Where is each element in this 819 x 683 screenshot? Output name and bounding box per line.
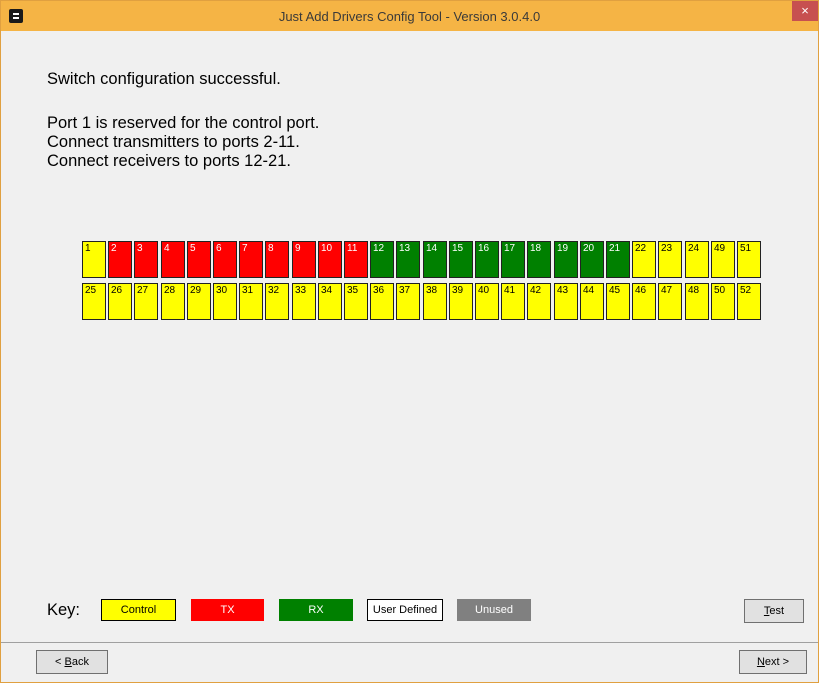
port-14[interactable]: 14 [423,241,447,278]
port-22[interactable]: 22 [632,241,656,278]
port-17[interactable]: 17 [501,241,525,278]
port-8[interactable]: 8 [265,241,289,278]
port-3[interactable]: 3 [134,241,158,278]
port-42[interactable]: 42 [527,283,551,320]
key-unused-swatch: Unused [457,599,531,621]
key-tx-swatch: TX [191,599,264,621]
next-button[interactable]: Next > [739,650,807,674]
port-37[interactable]: 37 [396,283,420,320]
port-15[interactable]: 15 [449,241,473,278]
port-51[interactable]: 51 [737,241,761,278]
port-34[interactable]: 34 [318,283,342,320]
port-46[interactable]: 46 [632,283,656,320]
receiver-message: Connect receivers to ports 12-21. [47,152,291,170]
port-13[interactable]: 13 [396,241,420,278]
back-button[interactable]: < Back [36,650,108,674]
port-16[interactable]: 16 [475,241,499,278]
app-window: Just Add Drivers Config Tool - Version 3… [0,0,819,683]
key-user-defined-swatch: User Defined [367,599,443,621]
key-control-swatch: Control [101,599,176,621]
switch-port-grid: 1 2 3 4 5 6 7 8 9 10 11 12 13 14 15 16 17 18 19 20 21 22 23 24 4… [82,241,765,321]
test-button-label: est [769,605,785,617]
back-button-label: ack [71,656,89,668]
port-2[interactable]: 2 [108,241,132,278]
next-button-label: ext > [764,656,790,668]
port-30[interactable]: 30 [213,283,237,320]
title-bar[interactable]: Just Add Drivers Config Tool - Version 3… [1,1,818,31]
port-40[interactable]: 40 [475,283,499,320]
port-19[interactable]: 19 [554,241,578,278]
port-11[interactable]: 11 [344,241,368,278]
port-33[interactable]: 33 [292,283,316,320]
port-48[interactable]: 48 [685,283,709,320]
wizard-footer [1,643,818,682]
port-47[interactable]: 47 [658,283,682,320]
port-44[interactable]: 44 [580,283,604,320]
port-5[interactable]: 5 [187,241,211,278]
port-9[interactable]: 9 [292,241,316,278]
close-icon: × [801,3,809,18]
transmitter-message: Connect transmitters to ports 2-11. [47,133,300,151]
port-25[interactable]: 25 [82,283,106,320]
port-32[interactable]: 32 [265,283,289,320]
port-28[interactable]: 28 [161,283,185,320]
port-20[interactable]: 20 [580,241,604,278]
success-message: Switch configuration successful. [47,70,281,88]
port-39[interactable]: 39 [449,283,473,320]
port-49[interactable]: 49 [711,241,735,278]
next-button-mnemonic: N [756,656,765,668]
key-label: Key: [47,601,81,619]
test-button[interactable]: Test [744,599,804,623]
port-29[interactable]: 29 [187,283,211,320]
port-45[interactable]: 45 [606,283,630,320]
port-35[interactable]: 35 [344,283,368,320]
port-36[interactable]: 36 [370,283,394,320]
port-12[interactable]: 12 [370,241,394,278]
port-26[interactable]: 26 [108,283,132,320]
port-23[interactable]: 23 [658,241,682,278]
port-41[interactable]: 41 [501,283,525,320]
port-10[interactable]: 10 [318,241,342,278]
port-27[interactable]: 27 [134,283,158,320]
port-24[interactable]: 24 [685,241,709,278]
port-6[interactable]: 6 [213,241,237,278]
close-button[interactable]: × [792,1,818,21]
port-43[interactable]: 43 [554,283,578,320]
port-38[interactable]: 38 [423,283,447,320]
back-button-mnemonic: B [64,656,72,668]
main-content: Switch configuration successful. Port 1 … [1,31,818,642]
window-title: Just Add Drivers Config Tool - Version 3… [278,9,541,24]
port-18[interactable]: 18 [527,241,551,278]
port-31[interactable]: 31 [239,283,263,320]
port-50[interactable]: 50 [711,283,735,320]
port-52[interactable]: 52 [737,283,761,320]
control-port-message: Port 1 is reserved for the control port. [47,114,320,132]
port-1[interactable]: 1 [82,241,106,278]
back-button-prefix: < [55,656,65,668]
port-4[interactable]: 4 [161,241,185,278]
port-21[interactable]: 21 [606,241,630,278]
port-7[interactable]: 7 [239,241,263,278]
key-rx-swatch: RX [279,599,353,621]
